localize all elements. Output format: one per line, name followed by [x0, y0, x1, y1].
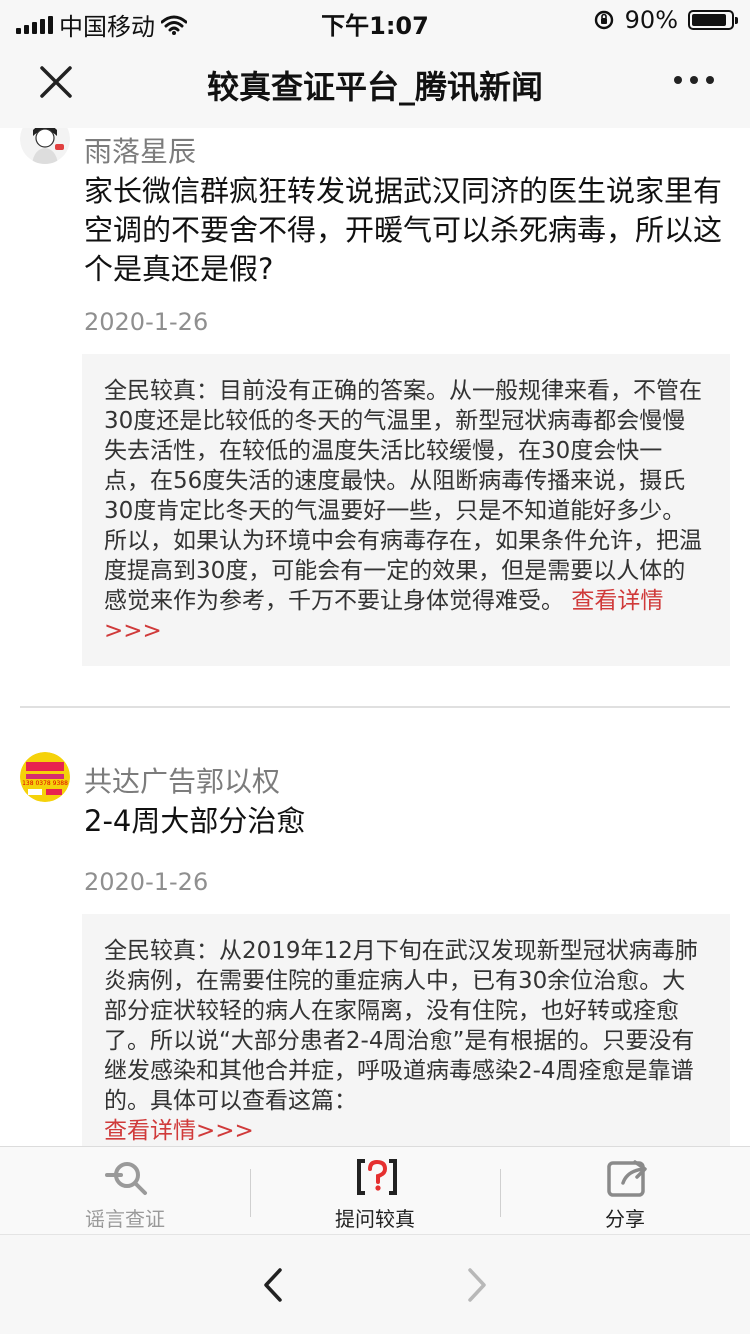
post-date: 2020-1-26: [84, 868, 209, 896]
answer-text: 全民较真：目前没有正确的答案。从一般规律来看，不管在30度还是比较低的冬天的气温…: [104, 378, 702, 614]
search-icon: [105, 1162, 147, 1195]
battery-icon: [688, 10, 738, 30]
nav-bar: 较真查证平台_腾讯新闻: [0, 40, 750, 128]
share-icon: [607, 1160, 647, 1197]
question-bracket-icon: [357, 1159, 397, 1195]
ask-label: 提问较真: [335, 1207, 415, 1231]
more-icon[interactable]: [672, 70, 716, 90]
post-question[interactable]: 2-4周大部分治愈: [84, 802, 724, 841]
avatar[interactable]: [20, 128, 70, 164]
forward-arrow-icon[interactable]: [462, 1267, 492, 1303]
share-button[interactable]: 分享: [500, 1147, 750, 1235]
view-details-link[interactable]: 查看详情>>>: [104, 1118, 254, 1144]
divider: [20, 706, 730, 708]
battery-percent: 90%: [624, 6, 678, 34]
post-username: 雨落星辰: [84, 135, 197, 168]
bottom-toolbar: 谣言查证 提问较真 分享: [0, 1146, 750, 1234]
battery-fill: [692, 14, 726, 26]
answer-box: 全民较真：目前没有正确的答案。从一般规律来看，不管在30度还是比较低的冬天的气温…: [82, 354, 730, 666]
post-question[interactable]: 家长微信群疯狂转发说据武汉同济的医生说家里有空调的不要舍不得，开暖气可以杀死病毒…: [84, 172, 724, 289]
avatar[interactable]: 138 0378 9388: [20, 752, 70, 802]
answer-box: 全民较真：从2019年12月下旬在武汉发现新型冠状病毒肺炎病例，在需要住院的重症…: [82, 914, 730, 1146]
post-username: 共达广告郭以权: [84, 765, 281, 798]
status-right: 90%: [593, 6, 738, 34]
rumor-check-button[interactable]: 谣言查证: [0, 1147, 250, 1235]
page-title: 较真查证平台_腾讯新闻: [206, 68, 543, 106]
answer-text: 全民较真：从2019年12月下旬在武汉发现新型冠状病毒肺炎病例，在需要住院的重症…: [104, 938, 698, 1114]
avatar-phone: 138 0378 9388: [22, 780, 68, 787]
ask-button[interactable]: 提问较真: [250, 1147, 500, 1235]
back-arrow-icon[interactable]: [258, 1267, 288, 1303]
share-label: 分享: [605, 1207, 645, 1231]
orientation-lock-icon: [594, 10, 613, 30]
content-feed[interactable]: 雨落星辰 家长微信群疯狂转发说据武汉同济的医生说家里有空调的不要舍不得，开暖气可…: [0, 128, 750, 1146]
status-bar: 中国移动 下午1:07 90%: [0, 0, 750, 41]
rumor-check-label: 谣言查证: [85, 1207, 165, 1231]
browser-nav-bar: [0, 1234, 750, 1334]
post-date: 2020-1-26: [84, 308, 209, 336]
